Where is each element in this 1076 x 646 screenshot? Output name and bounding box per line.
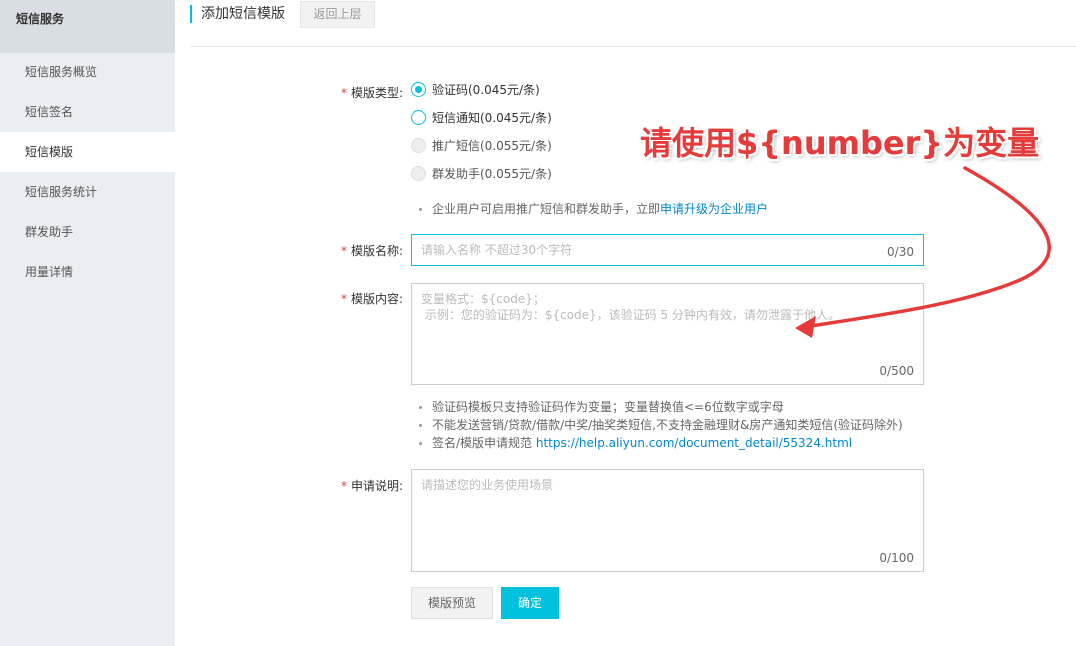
radio-icon [411, 110, 426, 125]
required-mark: * [340, 292, 347, 306]
type-option-notification[interactable]: 短信通知(0.045元/条) [411, 110, 611, 126]
type-label: * 模版类型: [340, 86, 403, 100]
required-mark: * [340, 479, 347, 493]
header-accent-bar [190, 5, 192, 23]
name-counter: 0/30 [887, 245, 914, 259]
sidebar-item-bulk-send[interactable]: 群发助手 [0, 212, 175, 252]
sidebar-item-overview[interactable]: 短信服务概览 [0, 52, 175, 92]
type-option-promotion: 推广短信(0.055元/条) [411, 138, 611, 154]
type-option-label: 验证码(0.045元/条) [432, 83, 540, 97]
content-tip-1: 验证码模板只支持验证码作为变量；变量替换值<=6位数字或字母 [419, 398, 784, 416]
annotation-text: 请使用${number}为变量 [640, 124, 1040, 162]
upgrade-enterprise-link[interactable]: 申请升级为企业用户 [660, 202, 768, 216]
desc-textarea[interactable] [412, 470, 923, 571]
submit-button[interactable]: 确定 [501, 587, 559, 619]
sidebar-item-signature[interactable]: 短信签名 [0, 92, 175, 132]
radio-disabled-icon [411, 166, 426, 181]
name-input[interactable] [412, 235, 923, 265]
content-counter: 0/500 [879, 364, 914, 378]
desc-textarea-box: 0/100 [411, 469, 924, 572]
sidebar-item-usage[interactable]: 用量详情 [0, 252, 175, 292]
content-label: * 模版内容: [340, 292, 403, 306]
desc-counter: 0/100 [879, 551, 914, 565]
type-option-verification[interactable]: 验证码(0.045元/条) [411, 82, 611, 98]
back-button[interactable]: 返回上层 [300, 1, 375, 28]
radio-disabled-icon [411, 138, 426, 153]
desc-label: * 申请说明: [340, 479, 403, 493]
type-option-bulk-assistant: 群发助手(0.055元/条) [411, 166, 611, 182]
sidebar-item-template[interactable]: 短信模版 [0, 132, 175, 172]
page-title: 添加短信模版 [201, 6, 285, 22]
spec-tip: 签名/模版申请规范 https://help.aliyun.com/docume… [418, 434, 852, 452]
header-divider [190, 46, 1076, 47]
radio-selected-icon [411, 82, 426, 97]
type-option-label: 短信通知(0.045元/条) [432, 111, 552, 125]
content-textarea-box: 0/500 [411, 283, 924, 385]
sidebar-title: 短信服务 [0, 0, 175, 53]
type-option-label: 推广短信(0.055元/条) [432, 139, 552, 153]
name-label: * 模版名称: [340, 244, 403, 258]
required-mark: * [340, 244, 347, 258]
content-textarea[interactable] [412, 284, 923, 384]
required-mark: * [340, 86, 347, 100]
sidebar-item-statistics[interactable]: 短信服务统计 [0, 172, 175, 212]
type-option-label: 群发助手(0.055元/条) [432, 167, 552, 181]
type-tip: 企业用户可启用推广短信和群发助手，立即申请升级为企业用户 [418, 200, 768, 218]
name-input-box: 0/30 [411, 234, 924, 266]
sidebar: 短信服务 短信服务概览 短信签名 短信模版 短信服务统计 群发助手 用量详情 [0, 0, 175, 646]
content-tip-2: 不能发送营销/贷款/借款/中奖/抽奖类短信,不支持金融理财&房产通知类短信(验证… [419, 416, 903, 434]
preview-button[interactable]: 模版预览 [411, 587, 493, 619]
app-root: 短信服务 短信服务概览 短信签名 短信模版 短信服务统计 群发助手 用量详情 添… [0, 0, 1076, 646]
spec-link[interactable]: https://help.aliyun.com/document_detail/… [536, 436, 852, 450]
